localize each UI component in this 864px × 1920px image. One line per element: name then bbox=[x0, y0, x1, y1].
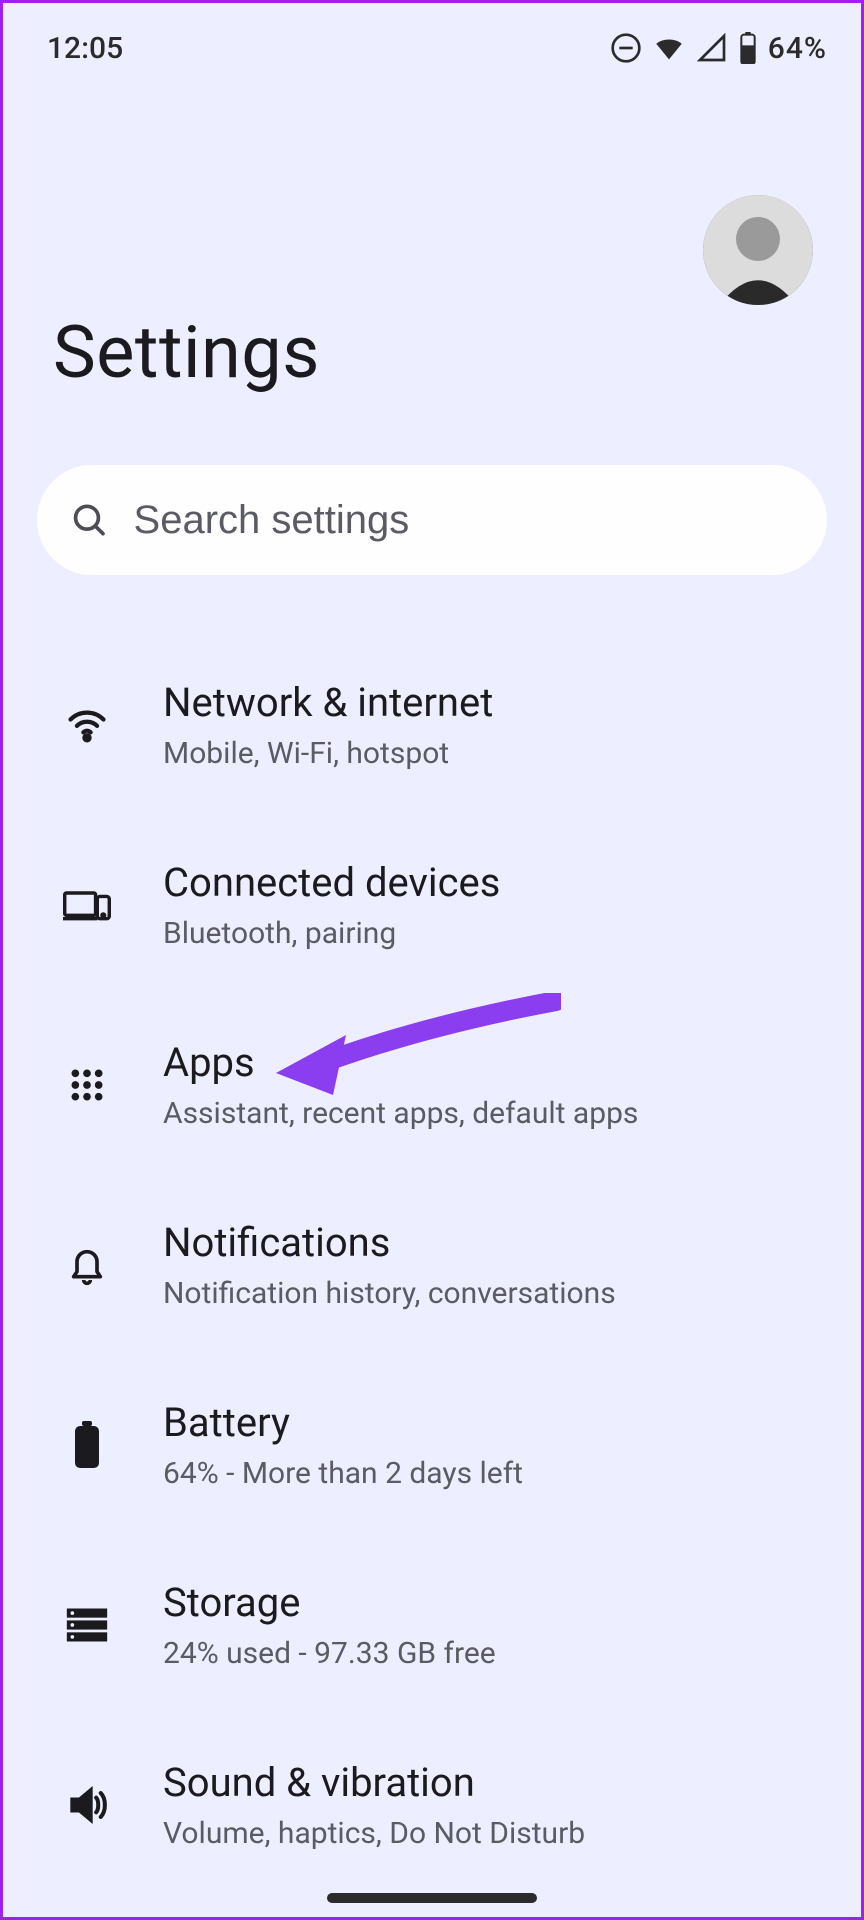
item-subtitle: Volume, haptics, Do Not Disturb bbox=[163, 1816, 827, 1851]
settings-item-storage[interactable]: Storage 24% used - 97.33 GB free bbox=[3, 1535, 861, 1715]
header: Settings bbox=[3, 75, 861, 395]
wifi-icon bbox=[652, 31, 686, 65]
settings-item-battery[interactable]: Battery 64% - More than 2 days left bbox=[3, 1355, 861, 1535]
status-icons: 64% bbox=[610, 31, 827, 66]
settings-item-network[interactable]: Network & internet Mobile, Wi-Fi, hotspo… bbox=[3, 635, 861, 815]
settings-list: Network & internet Mobile, Wi-Fi, hotspo… bbox=[3, 635, 861, 1895]
battery-icon bbox=[57, 1421, 117, 1469]
search-bar[interactable] bbox=[37, 465, 827, 575]
status-battery-percent: 64% bbox=[768, 31, 827, 66]
search-input[interactable] bbox=[134, 498, 793, 543]
gesture-bar[interactable] bbox=[327, 1893, 537, 1903]
item-title: Battery bbox=[163, 1399, 827, 1446]
sound-icon bbox=[57, 1783, 117, 1827]
item-title: Sound & vibration bbox=[163, 1759, 827, 1806]
status-time: 12:05 bbox=[47, 31, 123, 66]
item-title: Notifications bbox=[163, 1219, 827, 1266]
search-icon bbox=[71, 500, 108, 540]
item-title: Connected devices bbox=[163, 859, 827, 906]
settings-item-connected-devices[interactable]: Connected devices Bluetooth, pairing bbox=[3, 815, 861, 995]
apps-icon bbox=[57, 1065, 117, 1105]
item-subtitle: Notification history, conversations bbox=[163, 1276, 827, 1311]
settings-item-apps[interactable]: Apps Assistant, recent apps, default app… bbox=[3, 995, 861, 1175]
signal-icon bbox=[696, 32, 728, 64]
status-bar: 12:05 64% bbox=[3, 3, 861, 75]
storage-icon bbox=[57, 1605, 117, 1645]
settings-item-sound[interactable]: Sound & vibration Volume, haptics, Do No… bbox=[3, 1715, 861, 1895]
item-subtitle: Assistant, recent apps, default apps bbox=[163, 1096, 827, 1131]
battery-icon bbox=[738, 32, 758, 64]
dnd-icon bbox=[610, 32, 642, 64]
item-subtitle: Mobile, Wi-Fi, hotspot bbox=[163, 736, 827, 771]
bell-icon bbox=[57, 1243, 117, 1287]
item-title: Apps bbox=[163, 1039, 827, 1086]
item-subtitle: 64% - More than 2 days left bbox=[163, 1456, 827, 1491]
devices-icon bbox=[57, 885, 117, 925]
settings-item-notifications[interactable]: Notifications Notification history, conv… bbox=[3, 1175, 861, 1355]
item-subtitle: 24% used - 97.33 GB free bbox=[163, 1636, 827, 1671]
item-title: Storage bbox=[163, 1579, 827, 1626]
item-subtitle: Bluetooth, pairing bbox=[163, 916, 827, 951]
item-title: Network & internet bbox=[163, 679, 827, 726]
wifi-icon bbox=[57, 703, 117, 747]
page-title: Settings bbox=[53, 310, 811, 395]
profile-avatar[interactable] bbox=[703, 195, 813, 305]
